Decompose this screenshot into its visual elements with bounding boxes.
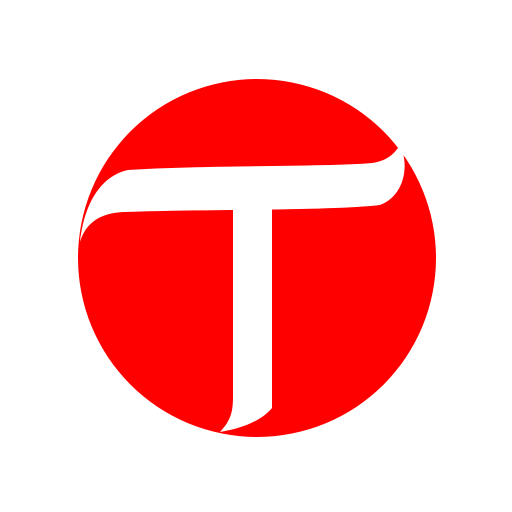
t-circle-logo (78, 79, 436, 437)
app-icon-canvas (0, 0, 512, 512)
